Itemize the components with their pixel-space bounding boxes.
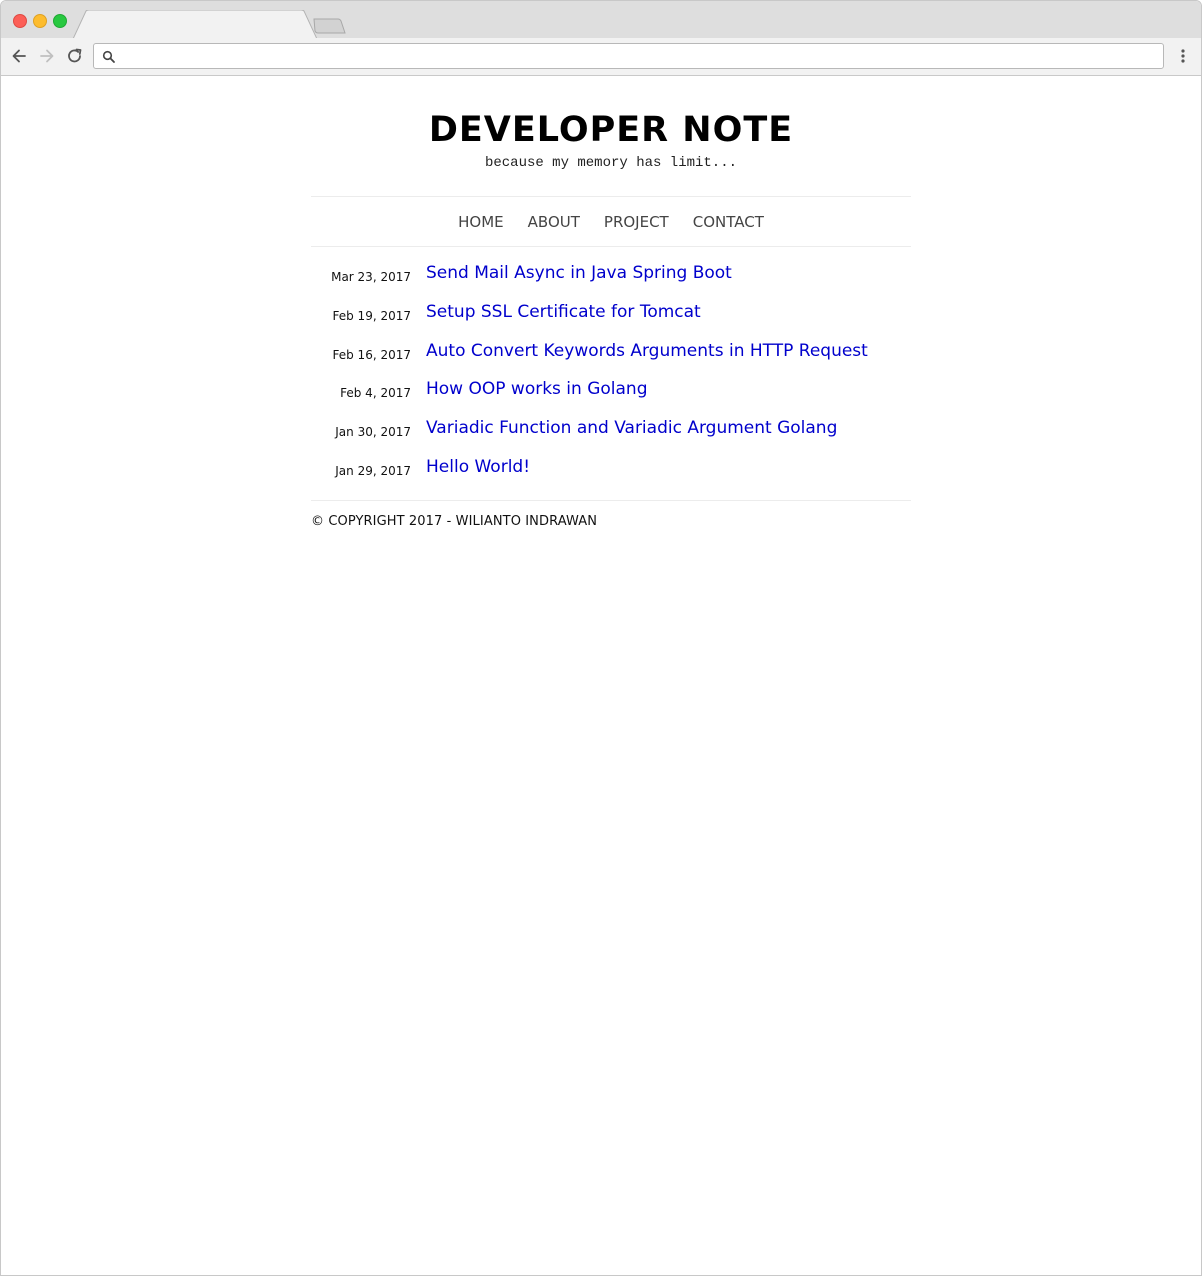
site-title[interactable]: DEVELOPER NOTE bbox=[311, 110, 911, 150]
nav-home[interactable]: HOME bbox=[458, 212, 504, 232]
minimize-window-button[interactable] bbox=[33, 14, 47, 28]
footer-copyright: © COPYRIGHT 2017 - WILIANTO INDRAWAN bbox=[311, 514, 598, 529]
post-date: Feb 19, 2017 bbox=[332, 308, 412, 323]
post-date: Jan 29, 2017 bbox=[335, 463, 411, 478]
close-window-button[interactable] bbox=[13, 14, 27, 28]
post-item: Feb 16, 2017 Auto Convert Keywords Argum… bbox=[311, 338, 911, 377]
nav-project[interactable]: PROJECT bbox=[604, 212, 669, 232]
post-item: Jan 30, 2017 Variadic Function and Varia… bbox=[311, 415, 911, 454]
post-item: Feb 19, 2017 Setup SSL Certificate for T… bbox=[311, 299, 911, 338]
reload-icon[interactable] bbox=[65, 46, 85, 66]
post-date: Jan 30, 2017 bbox=[335, 425, 411, 440]
divider bbox=[311, 500, 911, 501]
tab-active[interactable] bbox=[73, 10, 317, 39]
browser-toolbar bbox=[1, 38, 1201, 76]
post-date: Mar 23, 2017 bbox=[331, 270, 411, 284]
post-title-link[interactable]: Hello World! bbox=[426, 455, 530, 479]
post-item: Mar 23, 2017 Send Mail Async in Java Spr… bbox=[311, 260, 911, 299]
site-tagline: because my memory has limit... bbox=[484, 155, 738, 171]
address-bar[interactable] bbox=[93, 43, 1164, 69]
arrow-right-icon[interactable] bbox=[37, 46, 57, 66]
arrow-left-icon[interactable] bbox=[9, 46, 29, 66]
nav-contact[interactable]: CONTACT bbox=[693, 212, 764, 232]
post-item: Feb 4, 2017 How OOP works in Golang bbox=[311, 376, 911, 415]
kebab-menu-icon[interactable] bbox=[1173, 46, 1193, 66]
post-title-link[interactable]: How OOP works in Golang bbox=[426, 377, 648, 401]
post-date: Feb 4, 2017 bbox=[340, 386, 411, 401]
search-icon bbox=[102, 50, 115, 63]
post-title-link[interactable]: Auto Convert Keywords Arguments in HTTP … bbox=[426, 339, 868, 363]
page-content: DEVELOPER NOTE because my memory has lim… bbox=[1, 76, 1201, 1275]
post-item: Jan 29, 2017 Hello World! bbox=[311, 454, 911, 493]
nav-about[interactable]: ABOUT bbox=[528, 212, 580, 232]
post-title-link[interactable]: Setup SSL Certificate for Tomcat bbox=[426, 300, 701, 324]
post-list: Mar 23, 2017 Send Mail Async in Java Spr… bbox=[311, 260, 911, 493]
main-nav: HOME ABOUT PROJECT CONTACT bbox=[311, 197, 911, 246]
divider bbox=[311, 246, 911, 247]
title-bar bbox=[1, 1, 1201, 39]
browser-window: DEVELOPER NOTE because my memory has lim… bbox=[0, 0, 1202, 1276]
post-title-link[interactable]: Send Mail Async in Java Spring Boot bbox=[426, 261, 732, 285]
new-tab-button[interactable] bbox=[311, 17, 347, 35]
maximize-window-button[interactable] bbox=[53, 14, 67, 28]
post-date: Feb 16, 2017 bbox=[332, 347, 412, 362]
post-title-link[interactable]: Variadic Function and Variadic Argument … bbox=[426, 416, 837, 440]
